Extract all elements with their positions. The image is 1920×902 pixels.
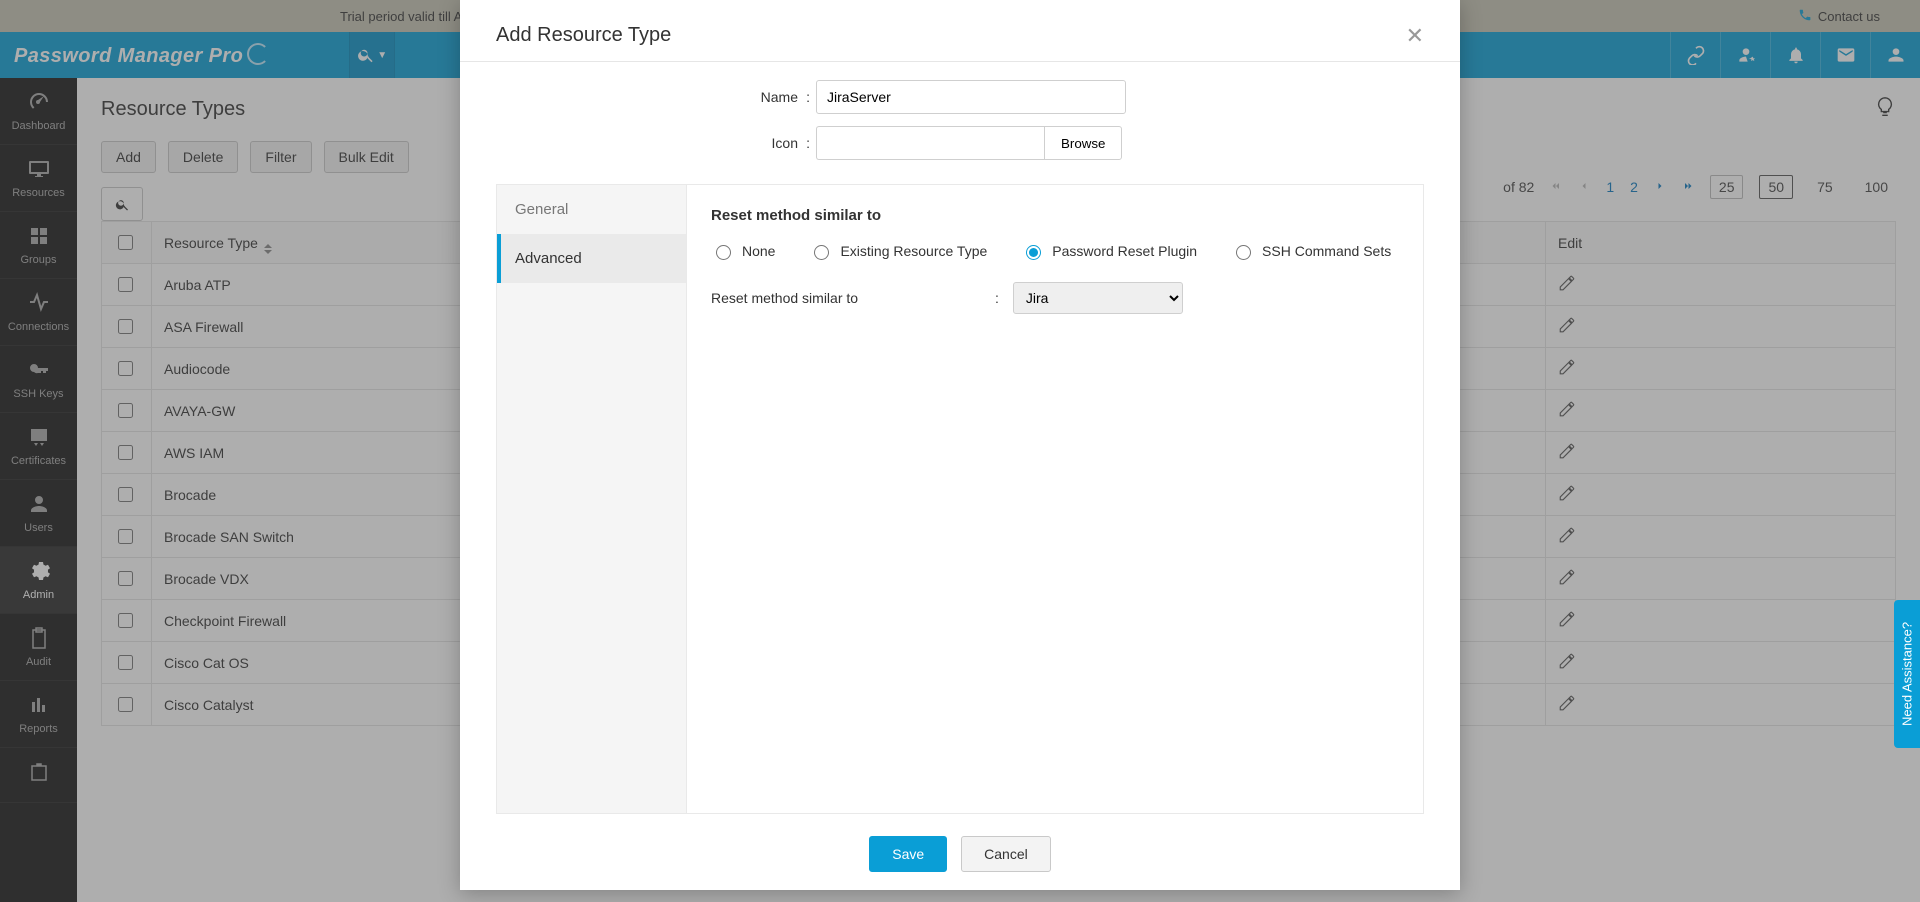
name-label: Name <box>496 89 816 105</box>
tab-general[interactable]: General <box>497 185 686 234</box>
modal-header: Add Resource Type ✕ <box>460 0 1460 62</box>
browse-button[interactable]: Browse <box>1044 126 1122 160</box>
add-resource-type-modal: Add Resource Type ✕ Name Icon Browse Gen… <box>460 0 1460 890</box>
reset-method-radios: None Existing Resource Type Password Res… <box>711 242 1399 260</box>
similar-to-label: Reset method similar to <box>711 290 981 306</box>
icon-label: Icon <box>496 135 816 151</box>
radio-existing[interactable]: Existing Resource Type <box>809 242 987 260</box>
tab-advanced[interactable]: Advanced <box>497 234 686 283</box>
need-assistance-tab[interactable]: Need Assistance? <box>1894 600 1920 748</box>
similar-to-row: Reset method similar to : Jira <box>711 282 1399 314</box>
radio-plugin[interactable]: Password Reset Plugin <box>1021 242 1197 260</box>
icon-preview <box>816 126 1044 160</box>
reset-method-title: Reset method similar to <box>711 207 1399 224</box>
radio-ssh[interactable]: SSH Command Sets <box>1231 242 1391 260</box>
modal-top-form: Name Icon Browse <box>460 62 1460 178</box>
save-button[interactable]: Save <box>869 836 947 872</box>
name-input[interactable] <box>816 80 1126 114</box>
modal-title: Add Resource Type <box>496 24 671 47</box>
modal-body: General Advanced Reset method similar to… <box>496 184 1424 814</box>
similar-to-select[interactable]: Jira <box>1013 282 1183 314</box>
cancel-button[interactable]: Cancel <box>961 836 1051 872</box>
modal-close-button[interactable]: ✕ <box>1406 25 1424 47</box>
modal-tab-content: Reset method similar to None Existing Re… <box>687 185 1423 813</box>
radio-none[interactable]: None <box>711 242 775 260</box>
modal-tabs: General Advanced <box>497 185 687 813</box>
modal-footer: Save Cancel <box>460 836 1460 872</box>
